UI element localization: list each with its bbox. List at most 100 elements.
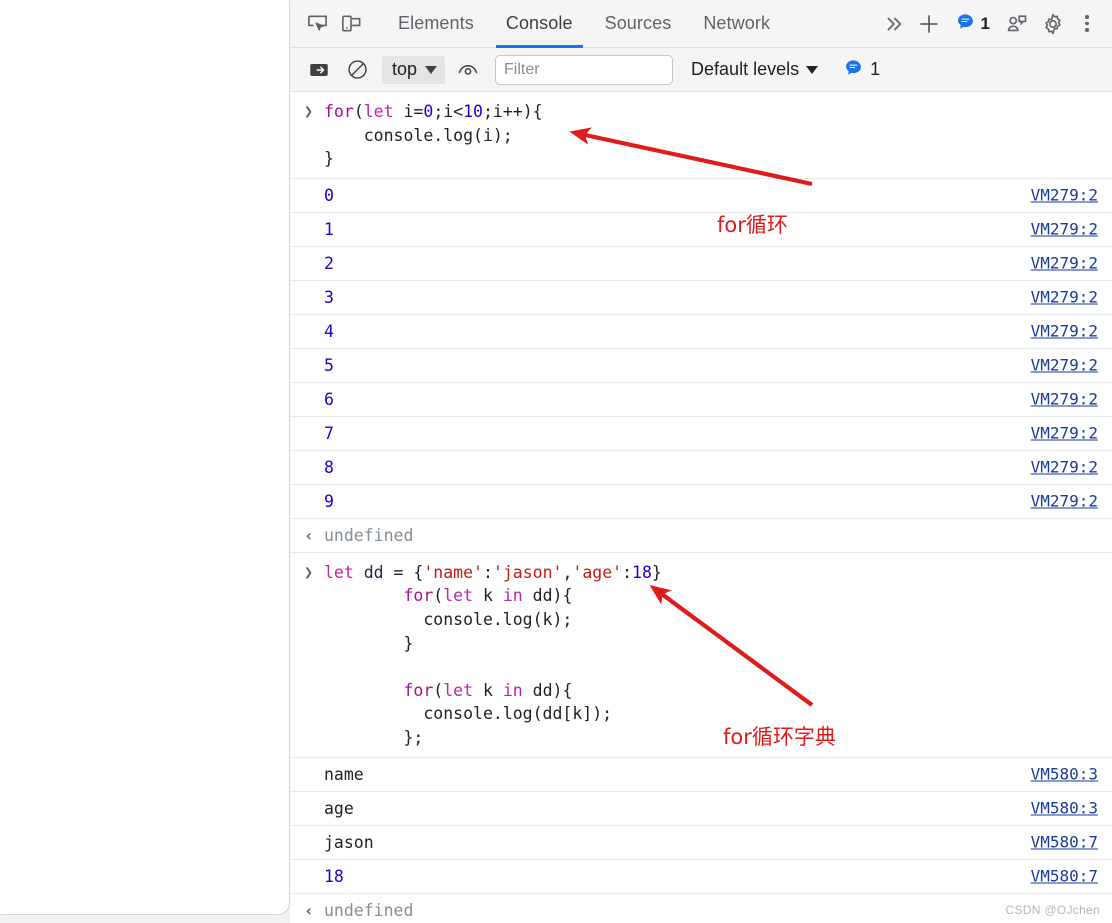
code-token: ;i++){ — [483, 102, 543, 121]
log-gutter — [304, 262, 322, 264]
tabbar-actions: 1 — [876, 7, 1106, 41]
console-code: for(let i=0;i<10;i++){ console.log(i); } — [322, 100, 1098, 171]
log-gutter — [304, 296, 322, 298]
log-gutter — [304, 432, 322, 434]
annotation-label: for循环 — [717, 213, 788, 237]
annotation-label: for循环字典 — [723, 725, 836, 749]
log-gutter — [304, 807, 322, 809]
console-log-row[interactable]: 3 VM279:2 — [290, 281, 1112, 315]
more-vertical-icon[interactable] — [1072, 7, 1102, 41]
console-log-row[interactable]: 0 VM279:2 — [290, 179, 1112, 213]
source-link[interactable]: VM279:2 — [1031, 492, 1098, 511]
clear-console-icon[interactable] — [342, 55, 372, 85]
tab-console-label: Console — [505, 13, 573, 33]
device-toolbar-icon[interactable] — [334, 7, 368, 41]
tab-elements-label: Elements — [398, 13, 474, 33]
add-tab-icon[interactable] — [912, 7, 946, 41]
inspect-element-icon[interactable] — [300, 7, 334, 41]
filter-input[interactable] — [495, 54, 674, 85]
message-count-label: 1 — [870, 59, 881, 79]
log-gutter — [304, 364, 322, 366]
tab-console[interactable]: Console — [490, 0, 589, 48]
log-gutter — [304, 773, 322, 775]
console-log-row[interactable]: name VM580:3 — [290, 758, 1112, 792]
code-token: k — [473, 586, 503, 606]
log-levels-selector[interactable]: Default levels — [691, 59, 819, 80]
tab-elements[interactable]: Elements — [382, 0, 490, 48]
source-link[interactable]: VM279:2 — [1031, 458, 1098, 477]
console-log-row[interactable]: age VM580:3 — [290, 792, 1112, 826]
message-bubble-icon — [956, 12, 975, 36]
console-log-row[interactable]: 4 VM279:2 — [290, 315, 1112, 349]
console-log-row[interactable]: 1 VM279:2 — [290, 213, 1112, 247]
code-token: console.log(i); — [324, 125, 513, 145]
tab-sources[interactable]: Sources — [589, 0, 688, 48]
code-token: let — [443, 680, 474, 700]
tab-network[interactable]: Network — [687, 0, 786, 48]
console-log-value: name — [324, 764, 364, 784]
message-bubble-icon — [844, 58, 863, 82]
source-link[interactable]: VM279:2 — [1031, 322, 1098, 341]
log-gutter — [304, 875, 322, 877]
source-link[interactable]: VM279:2 — [1031, 288, 1098, 307]
source-link[interactable]: VM580:3 — [1031, 799, 1098, 818]
console-input-row[interactable]: ❯ let dd = {'name':'jason','age':18} for(… — [290, 553, 1112, 758]
console-log-row[interactable]: jason VM580:7 — [290, 826, 1112, 860]
console-log-row[interactable]: 5 VM279:2 — [290, 349, 1112, 383]
console-input-row[interactable]: ❯ for(let i=0;i<10;i++){ console.log(i); … — [290, 92, 1112, 179]
console-log-row[interactable]: 18 VM580:7 — [290, 860, 1112, 894]
source-link[interactable]: VM580:3 — [1031, 765, 1098, 784]
execution-context-selector[interactable]: top — [382, 55, 446, 84]
console-log-row[interactable]: 2 VM279:2 — [290, 247, 1112, 281]
code-token: } — [324, 149, 334, 169]
source-link[interactable]: VM279:2 — [1031, 254, 1098, 273]
source-link[interactable]: VM279:2 — [1031, 390, 1098, 409]
result-arrow-icon: ‹ — [304, 901, 314, 921]
source-link[interactable]: VM279:2 — [1031, 424, 1098, 443]
code-token: for — [403, 586, 434, 606]
source-link[interactable]: VM580:7 — [1031, 833, 1098, 852]
console-log-row[interactable]: 7 VM279:2 — [290, 417, 1112, 451]
devtools-tabbar: Elements Console Sources Network 1 — [290, 0, 1112, 48]
console-log-value: 4 — [324, 321, 334, 341]
code-token: dd){ — [522, 680, 573, 700]
source-link[interactable]: VM279:2 — [1031, 356, 1098, 375]
source-link[interactable]: VM580:7 — [1031, 867, 1098, 886]
code-token: : — [622, 562, 633, 582]
devtools-window: Elements Console Sources Network 1 top F… — [0, 0, 1112, 923]
live-expression-icon[interactable] — [453, 55, 483, 85]
log-gutter — [304, 466, 322, 468]
console-result-row[interactable]: ‹ undefined — [290, 519, 1112, 553]
watermark: CSDN @OJchen — [1005, 903, 1100, 917]
log-gutter — [304, 841, 322, 843]
source-link[interactable]: VM279:2 — [1031, 186, 1098, 205]
log-levels-label: Default levels — [691, 59, 800, 79]
code-token: in — [502, 680, 523, 700]
console-output[interactable]: ❯ for(let i=0;i<10;i++){ console.log(i); … — [290, 92, 1112, 923]
code-token: console.log(k); — [324, 609, 573, 629]
log-gutter — [304, 330, 322, 332]
devices-icon[interactable] — [1000, 7, 1034, 41]
more-tabs-icon[interactable] — [876, 7, 910, 41]
console-log-row[interactable]: 8 VM279:2 — [290, 451, 1112, 485]
code-token: dd){ — [522, 586, 573, 606]
gear-icon[interactable] — [1036, 7, 1070, 41]
code-token: ( — [433, 586, 444, 606]
console-result-value: undefined — [324, 525, 414, 545]
message-counter[interactable]: 1 — [844, 58, 880, 82]
code-token: : — [482, 562, 493, 582]
issues-counter[interactable]: 1 — [948, 7, 998, 41]
code-token: 18 — [632, 562, 652, 582]
console-log-row[interactable]: 9 VM279:2 — [290, 485, 1112, 519]
console-result-row[interactable]: ‹ undefined — [290, 894, 1112, 923]
source-link[interactable]: VM279:2 — [1031, 220, 1098, 239]
console-filter-bar: top Default levels — [290, 48, 1112, 92]
issues-count-label: 1 — [980, 13, 990, 33]
code-token: in — [502, 586, 523, 606]
console-log-row[interactable]: 6 VM279:2 — [290, 383, 1112, 417]
log-gutter — [304, 194, 322, 196]
code-token: k — [473, 680, 503, 700]
console-sidebar-icon[interactable] — [304, 55, 334, 85]
